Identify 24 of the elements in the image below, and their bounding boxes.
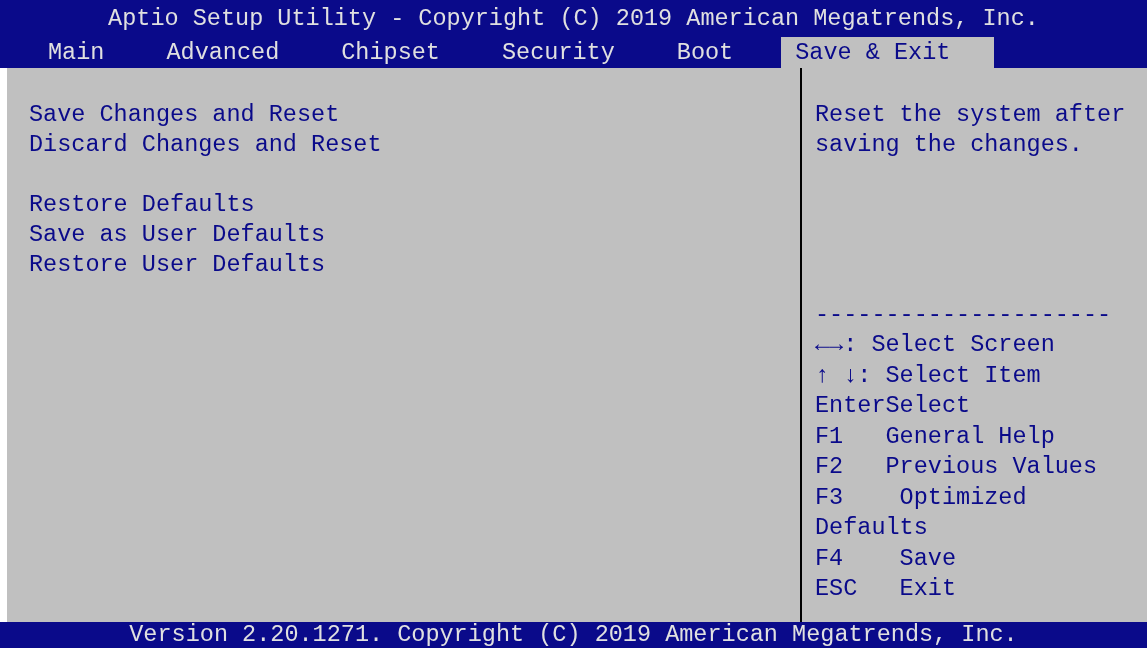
key-help-line: Defaults <box>815 513 929 543</box>
key-help-line: F2 Previous Values <box>815 452 1099 482</box>
menu-tab[interactable]: Main <box>34 37 119 68</box>
menu-tab[interactable]: Boot <box>662 37 748 68</box>
key-help-line: F3 Optimized <box>815 482 1028 513</box>
help-text: Reset the system after saving the changes. <box>815 100 1127 160</box>
menu-tab[interactable]: Chipset <box>327 37 454 68</box>
key-help-line: ESC Exit <box>815 574 958 604</box>
menu-item[interactable]: Discard Changes and Reset <box>29 130 800 160</box>
menu-item[interactable]: Restore Defaults <box>29 190 800 220</box>
footer-bar: Version 2.20.1271. Copyright (C) 2019 American Megatrends, Inc. <box>0 622 1147 648</box>
key-help-line: ←→: Select Screen <box>815 330 1056 360</box>
key-help-line: ↑ ↓: Select Item <box>815 360 1042 391</box>
menu-tab[interactable]: Security <box>487 37 629 68</box>
key-help-line: F4 Save <box>815 543 958 574</box>
menu-item[interactable]: Save Changes and Reset <box>29 100 800 130</box>
menu-tab[interactable]: Advanced <box>152 37 294 68</box>
key-help-line: EnterSelect <box>815 391 972 421</box>
menu-tab[interactable]: Save & Exit <box>781 37 995 68</box>
title-bar: Aptio Setup Utility - Copyright (C) 2019 American Megatrends, Inc. <box>0 0 1147 37</box>
menu-item[interactable]: Restore User Defaults <box>29 250 800 280</box>
separator-line: --------------------- <box>815 300 1113 330</box>
key-help-line: F1 General Help <box>815 421 1056 452</box>
menu-item[interactable]: Save as User Defaults <box>29 220 800 250</box>
